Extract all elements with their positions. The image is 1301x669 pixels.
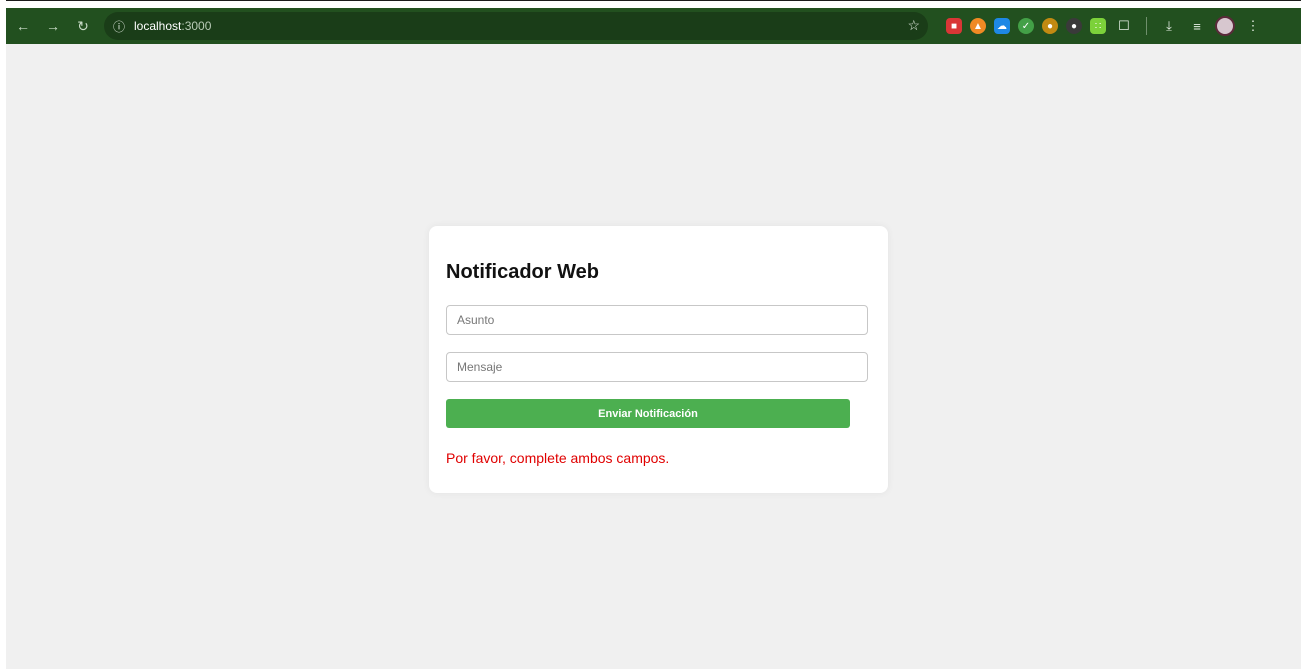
extension-shield-icon[interactable]: ✓ [1018, 18, 1034, 34]
bookmark-star-icon[interactable]: ☆ [907, 17, 920, 34]
address-bar[interactable]: ⓘ localhost:3000 ☆ [104, 12, 928, 40]
url-port: :3000 [181, 19, 212, 33]
extension-box-icon[interactable]: ● [1042, 18, 1058, 34]
page-content: Notificador Web Enviar Notificación Por … [6, 44, 1301, 669]
download-icon[interactable]: ⤓ [1159, 16, 1179, 36]
extensions-bar: ■ ▲ ☁ ✓ ● ● ∷ ☐ ⤓ ≡ ⋮ [946, 14, 1263, 38]
browser-window: ← → ↻ ⓘ localhost:3000 ☆ ■ ▲ ☁ ✓ ● ● ∷ ☐… [0, 0, 1301, 669]
extension-orange-icon[interactable]: ▲ [970, 18, 986, 34]
site-info-icon[interactable]: ⓘ [104, 18, 134, 35]
subject-input[interactable] [446, 305, 868, 335]
extension-red-icon[interactable]: ■ [946, 18, 962, 34]
toolbar-separator [1146, 17, 1147, 35]
extensions-puzzle-icon[interactable]: ☐ [1114, 16, 1134, 36]
message-input[interactable] [446, 352, 868, 382]
validation-error: Por favor, complete ambos campos. [446, 450, 670, 466]
profile-avatar[interactable] [1215, 16, 1235, 36]
browser-toolbar: ← → ↻ ⓘ localhost:3000 ☆ ■ ▲ ☁ ✓ ● ● ∷ ☐… [6, 8, 1301, 44]
reload-icon[interactable]: ↻ [70, 13, 96, 39]
media-queue-icon[interactable]: ≡ [1187, 16, 1207, 36]
extension-eye-icon[interactable]: ● [1066, 18, 1082, 34]
page-title: Notificador Web [446, 261, 599, 283]
back-icon[interactable]: ← [10, 13, 36, 39]
forward-icon[interactable]: → [40, 13, 66, 39]
extension-dice-icon[interactable]: ∷ [1090, 18, 1106, 34]
extension-cloud-icon[interactable]: ☁ [994, 18, 1010, 34]
url-host: localhost [134, 19, 182, 33]
menu-kebab-icon[interactable]: ⋮ [1243, 16, 1263, 36]
notifier-card: Notificador Web Enviar Notificación Por … [429, 226, 888, 493]
send-notification-button[interactable]: Enviar Notificación [446, 399, 850, 428]
window-top-edge [0, 0, 1301, 8]
address-url[interactable]: localhost:3000 [134, 19, 211, 33]
